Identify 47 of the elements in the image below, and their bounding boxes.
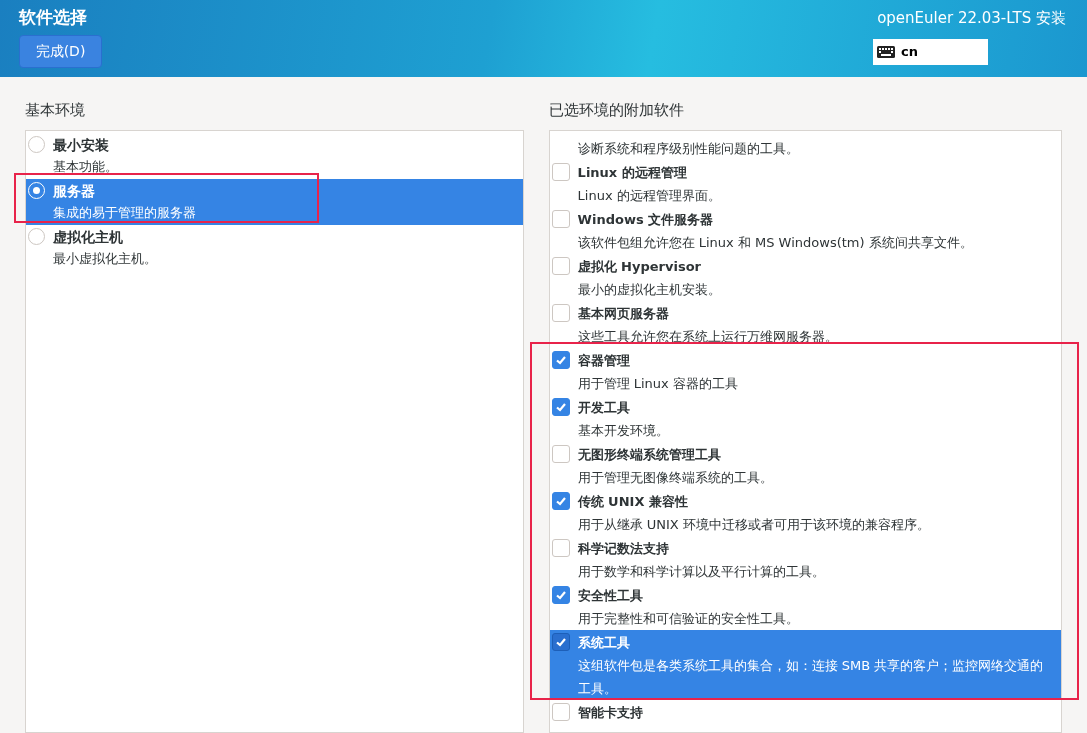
environment-option[interactable]: 虚拟化主机 最小虚拟化主机。 bbox=[26, 224, 523, 271]
option-title: 最小安装 bbox=[53, 135, 110, 155]
option-description: 诊断系统和程序级别性能问题的工具。 bbox=[577, 139, 799, 158]
option-description: Linux 的远程管理界面。 bbox=[577, 186, 721, 205]
section-heading: 已选环境的附加软件 bbox=[548, 100, 685, 121]
option-description: 基本功能。 bbox=[53, 157, 118, 176]
option-description: 最小的虚拟化主机安装。 bbox=[577, 280, 721, 299]
option-title: 容器管理 bbox=[577, 351, 631, 370]
option-title: Linux 的远程管理 bbox=[577, 163, 688, 182]
radio-button[interactable] bbox=[28, 227, 45, 245]
option-description: 用于数学和科学计算以及平行计算的工具。 bbox=[577, 562, 825, 581]
product-title: openEuler 22.03-LTS 安装 bbox=[877, 8, 1066, 29]
option-description: 用于管理 Linux 容器的工具 bbox=[577, 374, 738, 393]
option-description: 用于从继承 UNIX 环境中迁移或者可用于该环境的兼容程序。 bbox=[577, 515, 930, 534]
option-description: 该软件包组允许您在 Linux 和 MS Windows(tm) 系统间共享文件。 bbox=[577, 233, 973, 252]
environment-option[interactable]: 服务器 集成的易于管理的服务器 bbox=[26, 178, 523, 225]
option-title: Windows 文件服务器 bbox=[577, 210, 715, 229]
option-title: 服务器 bbox=[53, 181, 96, 201]
option-description: 用于完整性和可信验证的安全性工具。 bbox=[577, 609, 799, 628]
option-description: 用于管理无图像终端系统的工具。 bbox=[577, 468, 773, 487]
checkbox[interactable] bbox=[551, 585, 570, 604]
option-title: 系统工具 bbox=[577, 633, 631, 652]
option-title: 智能卡支持 bbox=[577, 703, 643, 722]
keyboard-layout-field[interactable]: cn bbox=[873, 38, 988, 65]
option-title: 无图形终端系统管理工具 bbox=[577, 445, 722, 464]
option-description: 基本开发环境。 bbox=[577, 421, 669, 440]
option-title: 虚拟化主机 bbox=[53, 227, 124, 247]
section-heading: 基本环境 bbox=[25, 100, 86, 121]
radio-button[interactable] bbox=[28, 135, 45, 153]
checkbox[interactable] bbox=[551, 632, 570, 651]
option-description: 最小虚拟化主机。 bbox=[53, 249, 157, 268]
option-description: 集成的易于管理的服务器 bbox=[53, 203, 196, 222]
keyboard-icon bbox=[877, 45, 895, 58]
option-title: 开发工具 bbox=[577, 398, 631, 417]
checkbox[interactable] bbox=[551, 397, 570, 416]
option-title: 安全性工具 bbox=[577, 586, 644, 605]
option-title: 虚拟化 Hypervisor bbox=[577, 257, 703, 276]
checkbox[interactable] bbox=[551, 350, 570, 369]
option-title: 传统 UNIX 兼容性 bbox=[577, 492, 689, 511]
option-title: 基本网页服务器 bbox=[577, 304, 670, 323]
option-title: 科学记数法支持 bbox=[577, 539, 670, 558]
done-button[interactable]: 完成(D) bbox=[19, 34, 102, 68]
page-title: 软件选择 bbox=[19, 6, 88, 29]
option-description: 这组软件包是各类系统工具的集合，如：连接 SMB 共享的客户；监控网络交通的工具。 bbox=[577, 656, 1045, 698]
selected-addon-row[interactable]: 系统工具 这组软件包是各类系统工具的集合，如：连接 SMB 共享的客户；监控网络交通的工具。 bbox=[549, 629, 1061, 700]
environment-option[interactable]: 最小安装 基本功能。 bbox=[26, 132, 523, 179]
checkbox[interactable] bbox=[551, 491, 570, 510]
